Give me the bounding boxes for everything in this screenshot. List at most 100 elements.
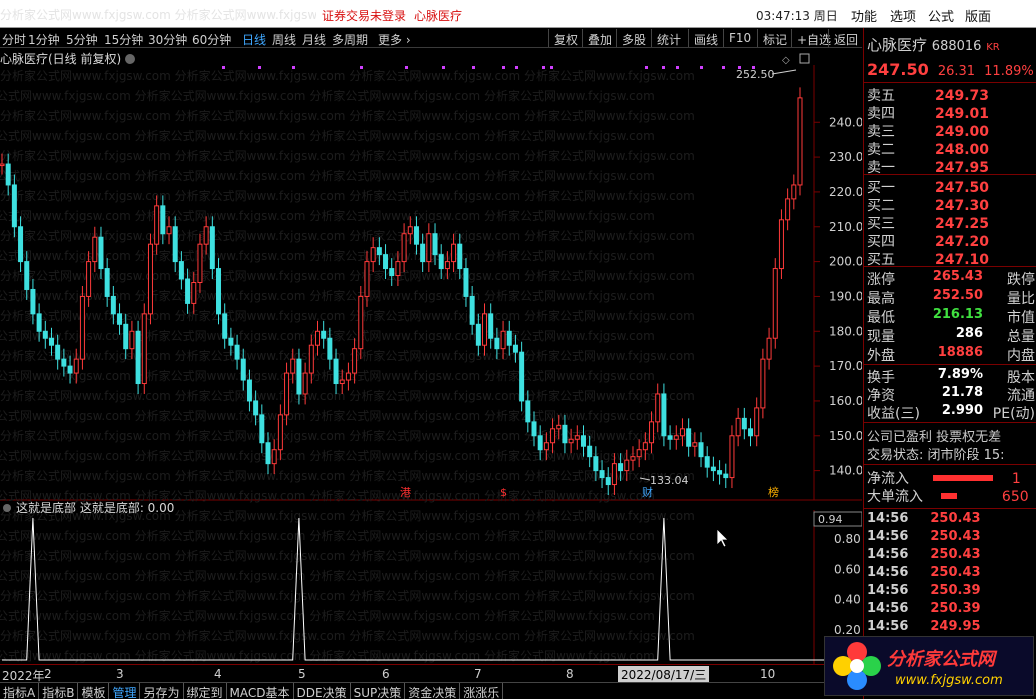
- watermark-line: 分析家公式网www.fxjgsw.com 分析家公式网www.fxjgsw.co…: [0, 428, 695, 443]
- tool-overlay[interactable]: 叠加: [582, 29, 617, 47]
- candle-body: [593, 456, 599, 472]
- tab-manage[interactable]: 管理: [109, 683, 141, 699]
- period-15min[interactable]: 15分钟: [104, 31, 143, 48]
- tick-price: 250.43: [930, 547, 981, 562]
- tick-price: 249.95: [930, 619, 981, 634]
- tick-price: 250.39: [930, 583, 981, 598]
- menu-function[interactable]: 功能: [851, 6, 877, 25]
- tick-price: 250.43: [930, 529, 981, 544]
- period-weekly[interactable]: 周线: [272, 31, 296, 48]
- candle-body: [321, 330, 327, 339]
- bid-price[interactable]: 247.50: [935, 180, 989, 196]
- candle-body: [420, 243, 426, 263]
- candle-body: [73, 358, 79, 374]
- candle-body: [104, 268, 110, 297]
- candle-body: [141, 313, 147, 385]
- stat2-label2: 股本: [1007, 370, 1035, 386]
- tab-dde[interactable]: DDE决策: [294, 683, 351, 699]
- tool-multi-stock[interactable]: 多股: [616, 29, 651, 47]
- main-y-axis: 240.0 230.0 220.0 210.0 200.0 190.0 180.0 170.0…: [814, 115, 862, 478]
- ask-price[interactable]: 249.01: [935, 106, 989, 122]
- candle-body: [364, 261, 370, 297]
- period-monthly[interactable]: 月线: [302, 31, 326, 48]
- y-tick-label: 240.0: [829, 115, 862, 129]
- window-restore-icon[interactable]: [799, 53, 810, 64]
- candle-body: [55, 344, 61, 360]
- candle-body: [438, 254, 444, 270]
- bid-price[interactable]: 247.30: [935, 198, 989, 214]
- candle-body: [30, 288, 36, 315]
- indicator-tab-bar: 指标A 指标B 模板 管理 另存为 绑定到 MACD基本 DDE决策 SUP决策 资金决策 涨涨乐: [0, 682, 862, 699]
- site-logo: 分析家公式网 www.fxjgsw.com: [824, 636, 1034, 696]
- candle-body: [265, 442, 271, 465]
- tab-template[interactable]: 模板: [78, 683, 110, 699]
- ask-row: 卖二 248.00: [867, 139, 989, 158]
- tool-draw[interactable]: 画线: [688, 29, 723, 47]
- quote-stock-name: 心脉医疗: [867, 36, 928, 54]
- tab-sup[interactable]: SUP决策: [351, 683, 406, 699]
- bid-price[interactable]: 247.25: [935, 216, 989, 232]
- tab-bind-to[interactable]: 绑定到: [184, 683, 227, 699]
- flow-net-row: 净流入 1: [867, 468, 1021, 487]
- period-30min[interactable]: 30分钟: [148, 31, 187, 48]
- x-cursor-date: 2022/08/17/三: [618, 666, 710, 683]
- tab-zhangzhangle[interactable]: 涨涨乐: [460, 683, 504, 699]
- y-tick-label: 150.0: [829, 429, 862, 443]
- candle-body: [228, 337, 234, 346]
- watermark-line: 分析家公式网www.fxjgsw.com 分析家公式网www.fxjgsw.co…: [0, 368, 655, 383]
- tab-macd[interactable]: MACD基本: [227, 683, 294, 699]
- marker-hk[interactable]: 港: [400, 486, 411, 499]
- candle-body: [135, 330, 141, 385]
- candle-body: [11, 184, 17, 228]
- period-multi[interactable]: 多周期: [332, 31, 368, 48]
- tab-fund[interactable]: 资金决策: [405, 683, 461, 699]
- tool-stats[interactable]: 统计: [651, 29, 686, 47]
- tool-adjust[interactable]: 复权: [548, 29, 583, 47]
- tool-f10[interactable]: F10: [723, 29, 756, 47]
- period-5min[interactable]: 5分钟: [66, 31, 98, 48]
- candle-body: [376, 247, 382, 256]
- stat-label2: 总量: [1007, 329, 1035, 345]
- tool-mark[interactable]: 标记: [757, 29, 792, 47]
- flow-net-label: 净流入: [867, 471, 909, 487]
- ask-price[interactable]: 248.00: [935, 142, 989, 158]
- period-60min[interactable]: 60分钟: [192, 31, 231, 48]
- tab-save-as[interactable]: 另存为: [140, 683, 184, 699]
- diamond-icon[interactable]: ◇: [782, 55, 790, 66]
- candle-body: [5, 163, 11, 186]
- y-tick-label: 190.0: [829, 289, 862, 303]
- trade-login-status[interactable]: 证券交易未登录: [322, 7, 406, 24]
- watermark-line: 分析家公式网www.fxjgsw.com 分析家公式网www.fxjgsw.co…: [0, 88, 655, 103]
- candle-body: [79, 295, 85, 360]
- period-toolbar: 分时 1分钟 5分钟 15分钟 30分钟 60分钟 日线 周线 月线 多周期 更…: [0, 28, 862, 48]
- period-daily[interactable]: 日线: [242, 31, 266, 48]
- indicator-settings-icon[interactable]: [3, 504, 11, 512]
- marker-finance[interactable]: 财: [642, 485, 653, 499]
- period-1min[interactable]: 1分钟: [28, 31, 60, 48]
- y-tick-label: 160.0: [829, 394, 862, 408]
- ask-price[interactable]: 249.73: [935, 88, 989, 104]
- stat-value: 216.13: [932, 307, 983, 322]
- bid-row: 买四 247.20: [867, 231, 989, 250]
- tool-back[interactable]: 返回: [828, 29, 863, 47]
- stat-label: 现量: [867, 329, 895, 345]
- bid-price[interactable]: 247.20: [935, 234, 989, 250]
- kline-chart[interactable]: 分析家公式网www.fxjgsw.com 分析家公式网www.fxjgsw.co…: [0, 50, 862, 664]
- tab-indicator-b[interactable]: 指标B: [39, 683, 79, 699]
- ask-price[interactable]: 249.00: [935, 124, 989, 140]
- candle-body: [203, 226, 209, 245]
- marker-board[interactable]: 榜: [768, 485, 779, 499]
- tab-indicator-a[interactable]: 指标A: [0, 683, 40, 699]
- menu-options[interactable]: 选项: [890, 6, 916, 25]
- y-tick-label: 180.0: [829, 324, 862, 338]
- period-more[interactable]: 更多 ›: [378, 31, 411, 48]
- stat-value: 286: [955, 326, 983, 341]
- candle-body: [611, 463, 617, 486]
- menu-formula[interactable]: 公式: [928, 6, 954, 25]
- menu-layout[interactable]: 版面: [965, 6, 991, 25]
- candle-body: [154, 205, 160, 245]
- bid-label: 买二: [867, 198, 895, 214]
- period-tick[interactable]: 分时: [2, 31, 26, 48]
- y-tick-label: 230.0: [829, 150, 862, 164]
- marker-dollar[interactable]: $: [500, 486, 507, 499]
